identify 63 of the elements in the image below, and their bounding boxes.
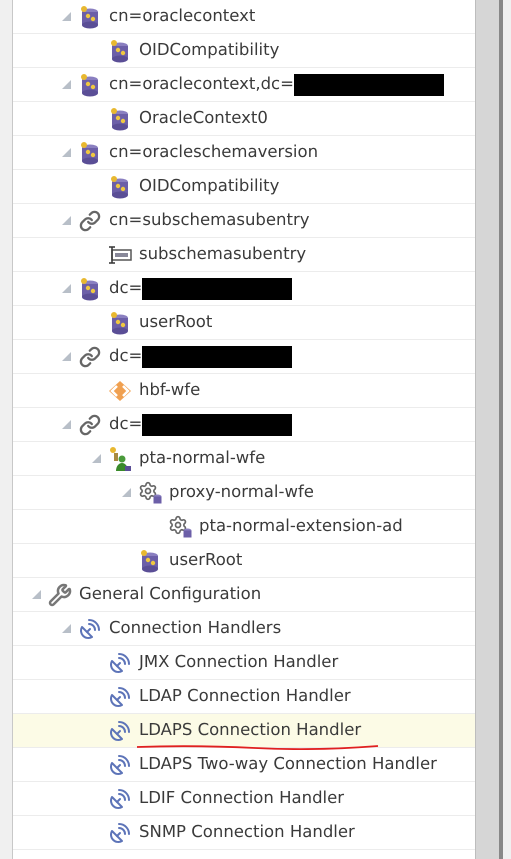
database-icon	[79, 72, 101, 96]
template-icon	[107, 244, 133, 264]
node-label: pta-normal-wfe	[139, 447, 266, 470]
satellite-dish-icon	[108, 650, 132, 674]
node-label: dc=	[109, 413, 142, 436]
node-label: cn=subschemasubentry	[109, 209, 310, 232]
database-icon	[109, 106, 131, 130]
link-icon	[79, 346, 101, 368]
database-icon	[109, 310, 131, 334]
node-label: pta-normal-extension-ad	[199, 515, 403, 538]
node-label: JMX Connection Handler	[139, 651, 338, 674]
node-label: General Configuration	[79, 583, 262, 606]
satellite-dish-icon	[108, 752, 132, 776]
database-icon	[79, 4, 101, 28]
expander-icon[interactable]	[62, 216, 70, 225]
satellite-dish-icon	[108, 684, 132, 708]
link-icon	[79, 210, 101, 232]
node-label: SNMP Connection Handler	[139, 821, 355, 844]
node-label: OracleContext0	[139, 107, 268, 130]
database-icon	[79, 140, 101, 164]
expander-icon[interactable]	[32, 590, 40, 599]
expander-icon[interactable]	[122, 488, 130, 497]
database-icon	[109, 174, 131, 198]
node-label: subschemasubentry	[139, 243, 306, 266]
database-icon	[109, 38, 131, 62]
node-label: Connection Handlers	[109, 617, 282, 640]
node-label: cn=oraclecontext	[109, 5, 256, 28]
workflow-icon	[108, 446, 132, 472]
node-label: proxy-normal-wfe	[169, 481, 314, 504]
expander-icon[interactable]	[62, 624, 70, 633]
node-label: LDAP Connection Handler	[139, 685, 351, 708]
node-label: hbf-wfe	[139, 379, 200, 402]
database-icon	[139, 548, 161, 572]
expander-icon[interactable]	[62, 284, 70, 293]
expander-icon[interactable]	[62, 352, 70, 361]
satellite-dish-icon	[108, 786, 132, 810]
node-label: OIDCompatibility	[139, 39, 280, 62]
database-icon	[79, 276, 101, 300]
node-label: dc=	[109, 345, 142, 368]
expander-icon[interactable]	[62, 148, 70, 157]
satellite-dish-icon	[108, 820, 132, 844]
node-label: dc=	[109, 277, 142, 300]
expander-icon[interactable]	[62, 12, 70, 21]
node-label: OIDCompatibility	[139, 175, 280, 198]
node-label: LDIF Connection Handler	[139, 787, 344, 810]
expander-icon[interactable]	[62, 420, 70, 429]
gear-icon	[168, 514, 192, 538]
scrollbar[interactable]	[475, 0, 503, 859]
node-label: userRoot	[139, 311, 212, 334]
satellite-dish-icon	[108, 718, 132, 742]
tree-row[interactable]: LDAPS Connection Handler	[13, 714, 475, 748]
node-label: cn=oracleschemaversion	[109, 141, 318, 164]
link-icon	[79, 414, 101, 436]
expander-icon[interactable]	[92, 454, 100, 463]
diamond-icon	[108, 380, 132, 402]
wrench-icon	[48, 582, 72, 606]
node-label: LDAPS Two-way Connection Handler	[139, 753, 437, 776]
gear-icon	[138, 480, 162, 504]
expander-icon[interactable]	[62, 80, 70, 89]
satellite-dish-icon	[78, 616, 102, 640]
node-label: userRoot	[169, 549, 242, 572]
node-label: cn=oraclecontext,dc=	[109, 73, 294, 96]
node-label: LDAPS Connection Handler	[139, 719, 362, 742]
